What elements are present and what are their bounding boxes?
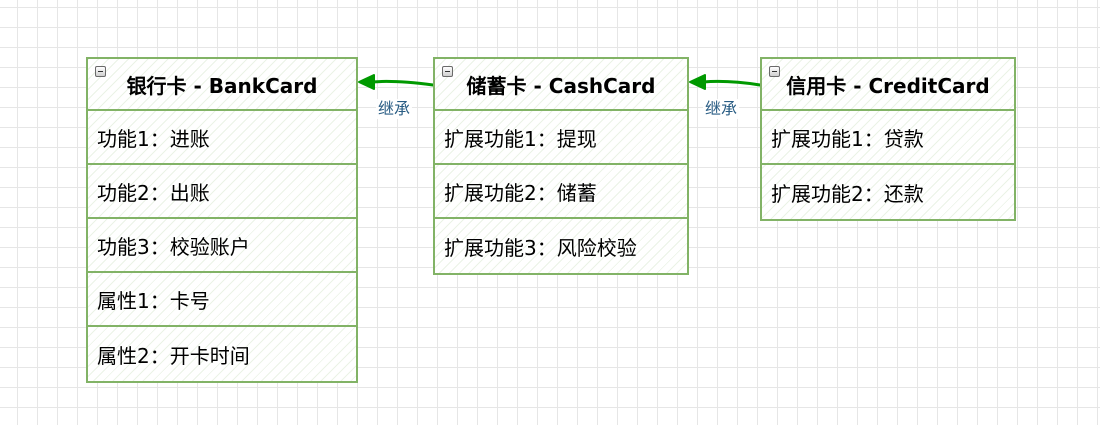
- inheritance-arrow-creditcard-to-cashcard: [701, 79, 762, 87]
- collapse-icon[interactable]: [769, 66, 780, 77]
- class-row: 扩展功能1：贷款: [762, 111, 1014, 165]
- class-header: 信用卡 - CreditCard: [762, 59, 1014, 111]
- class-row: 属性2：开卡时间: [97, 343, 250, 368]
- arrowhead-cashcard: [689, 74, 706, 90]
- diagram-canvas: 继承 继承 银行卡 - BankCard 功能1：进账 功能2：出账 功能3：校…: [0, 0, 1100, 425]
- class-row: 扩展功能2：储蓄: [435, 165, 687, 219]
- class-title: 信用卡 - CreditCard: [786, 73, 990, 98]
- class-creditcard[interactable]: 信用卡 - CreditCard 扩展功能1：贷款 扩展功能2：还款: [760, 57, 1016, 221]
- class-row: 功能2：出账: [88, 165, 356, 219]
- class-row: 扩展功能2：还款: [771, 181, 924, 206]
- class-row: 功能3：校验账户: [88, 219, 356, 273]
- collapse-icon[interactable]: [95, 66, 106, 77]
- class-row: 扩展功能1：提现: [435, 111, 687, 165]
- collapse-icon[interactable]: [442, 66, 453, 77]
- class-cashcard[interactable]: 储蓄卡 - CashCard 扩展功能1：提现 扩展功能2：储蓄 扩展功能3：风…: [433, 57, 689, 275]
- edge-label-inherit-2: 继承: [703, 99, 740, 119]
- class-row: 属性1：卡号: [88, 273, 356, 327]
- arrowhead-bankcard: [358, 74, 375, 90]
- inheritance-arrow-cashcard-to-bankcard: [370, 79, 435, 87]
- class-header: 银行卡 - BankCard: [88, 59, 356, 111]
- class-title: 储蓄卡 - CashCard: [466, 73, 656, 98]
- class-bankcard[interactable]: 银行卡 - BankCard 功能1：进账 功能2：出账 功能3：校验账户 属性…: [86, 57, 358, 383]
- class-title: 银行卡 - BankCard: [126, 73, 318, 98]
- class-row: 扩展功能3：风险校验: [444, 235, 637, 260]
- edge-label-inherit-1: 继承: [376, 99, 413, 119]
- class-header: 储蓄卡 - CashCard: [435, 59, 687, 111]
- class-row: 功能1：进账: [88, 111, 356, 165]
